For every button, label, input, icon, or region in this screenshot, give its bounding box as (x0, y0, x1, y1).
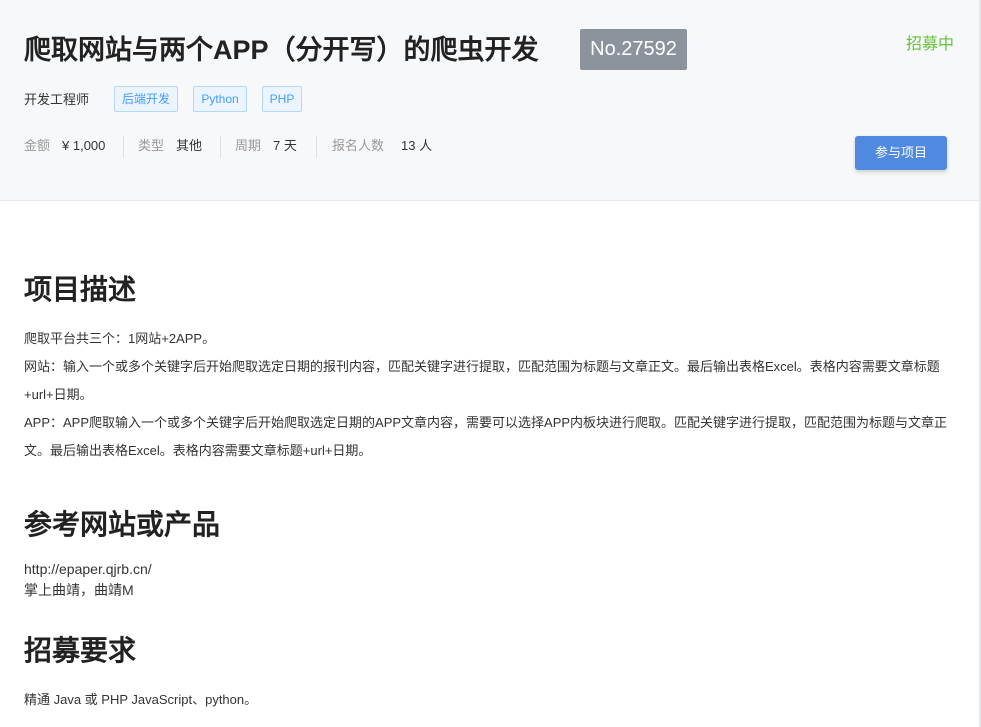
amount-label: 金额 (24, 138, 51, 153)
status-badge: 招募中 (906, 36, 955, 53)
tag-php[interactable]: PHP (262, 86, 302, 112)
requirements-heading: 招募要求 (24, 635, 137, 666)
description-paragraph: APP：APP爬取输入一个或多个关键字后开始爬取选定日期的APP文章内容，需要可… (24, 415, 948, 458)
period-value: 7 天 (273, 138, 297, 153)
meta-divider (316, 136, 317, 158)
requirements-text: 精通 Java 或 PHP JavaScript、python。 (24, 692, 258, 707)
reference-product: 掌上曲靖，曲靖M (24, 582, 134, 598)
project-header: 爬取网站与两个APP（分开写）的爬虫开发 No.27592 招募中 开发工程师 … (0, 0, 980, 201)
meta-applicants: 报名人数 13 人 (332, 136, 432, 156)
meta-divider (220, 136, 221, 158)
applicants-label: 报名人数 (332, 138, 385, 153)
applicants-value: 13 人 (401, 138, 433, 153)
tag-python[interactable]: Python (193, 86, 247, 112)
project-number-badge: No.27592 (580, 29, 687, 70)
project-title: 爬取网站与两个APP（分开写）的爬虫开发 (24, 35, 539, 65)
type-value: 其他 (176, 138, 203, 153)
meta-type: 类型 其他 (138, 136, 202, 156)
meta-amount: 金额 ¥ 1,000 (24, 136, 105, 156)
reference-heading: 参考网站或产品 (24, 509, 221, 540)
description-heading: 项目描述 (24, 274, 137, 305)
join-project-button[interactable]: 参与项目 (855, 136, 947, 170)
meta-divider (123, 136, 124, 158)
reference-link[interactable]: http://epaper.qjrb.cn/ (24, 559, 152, 580)
type-label: 类型 (138, 138, 165, 153)
description-paragraph: 网站：输入一个或多个关键字后开始爬取选定日期的报刊内容，匹配关键字进行提取，匹配… (24, 359, 940, 402)
period-label: 周期 (235, 138, 262, 153)
description-paragraph: 爬取平台共三个：1网站+2APP。 (24, 331, 216, 346)
meta-period: 周期 7 天 (235, 136, 297, 156)
amount-value: ¥ 1,000 (62, 138, 106, 153)
project-role: 开发工程师 (24, 92, 90, 107)
tag-backend[interactable]: 后端开发 (114, 86, 178, 112)
